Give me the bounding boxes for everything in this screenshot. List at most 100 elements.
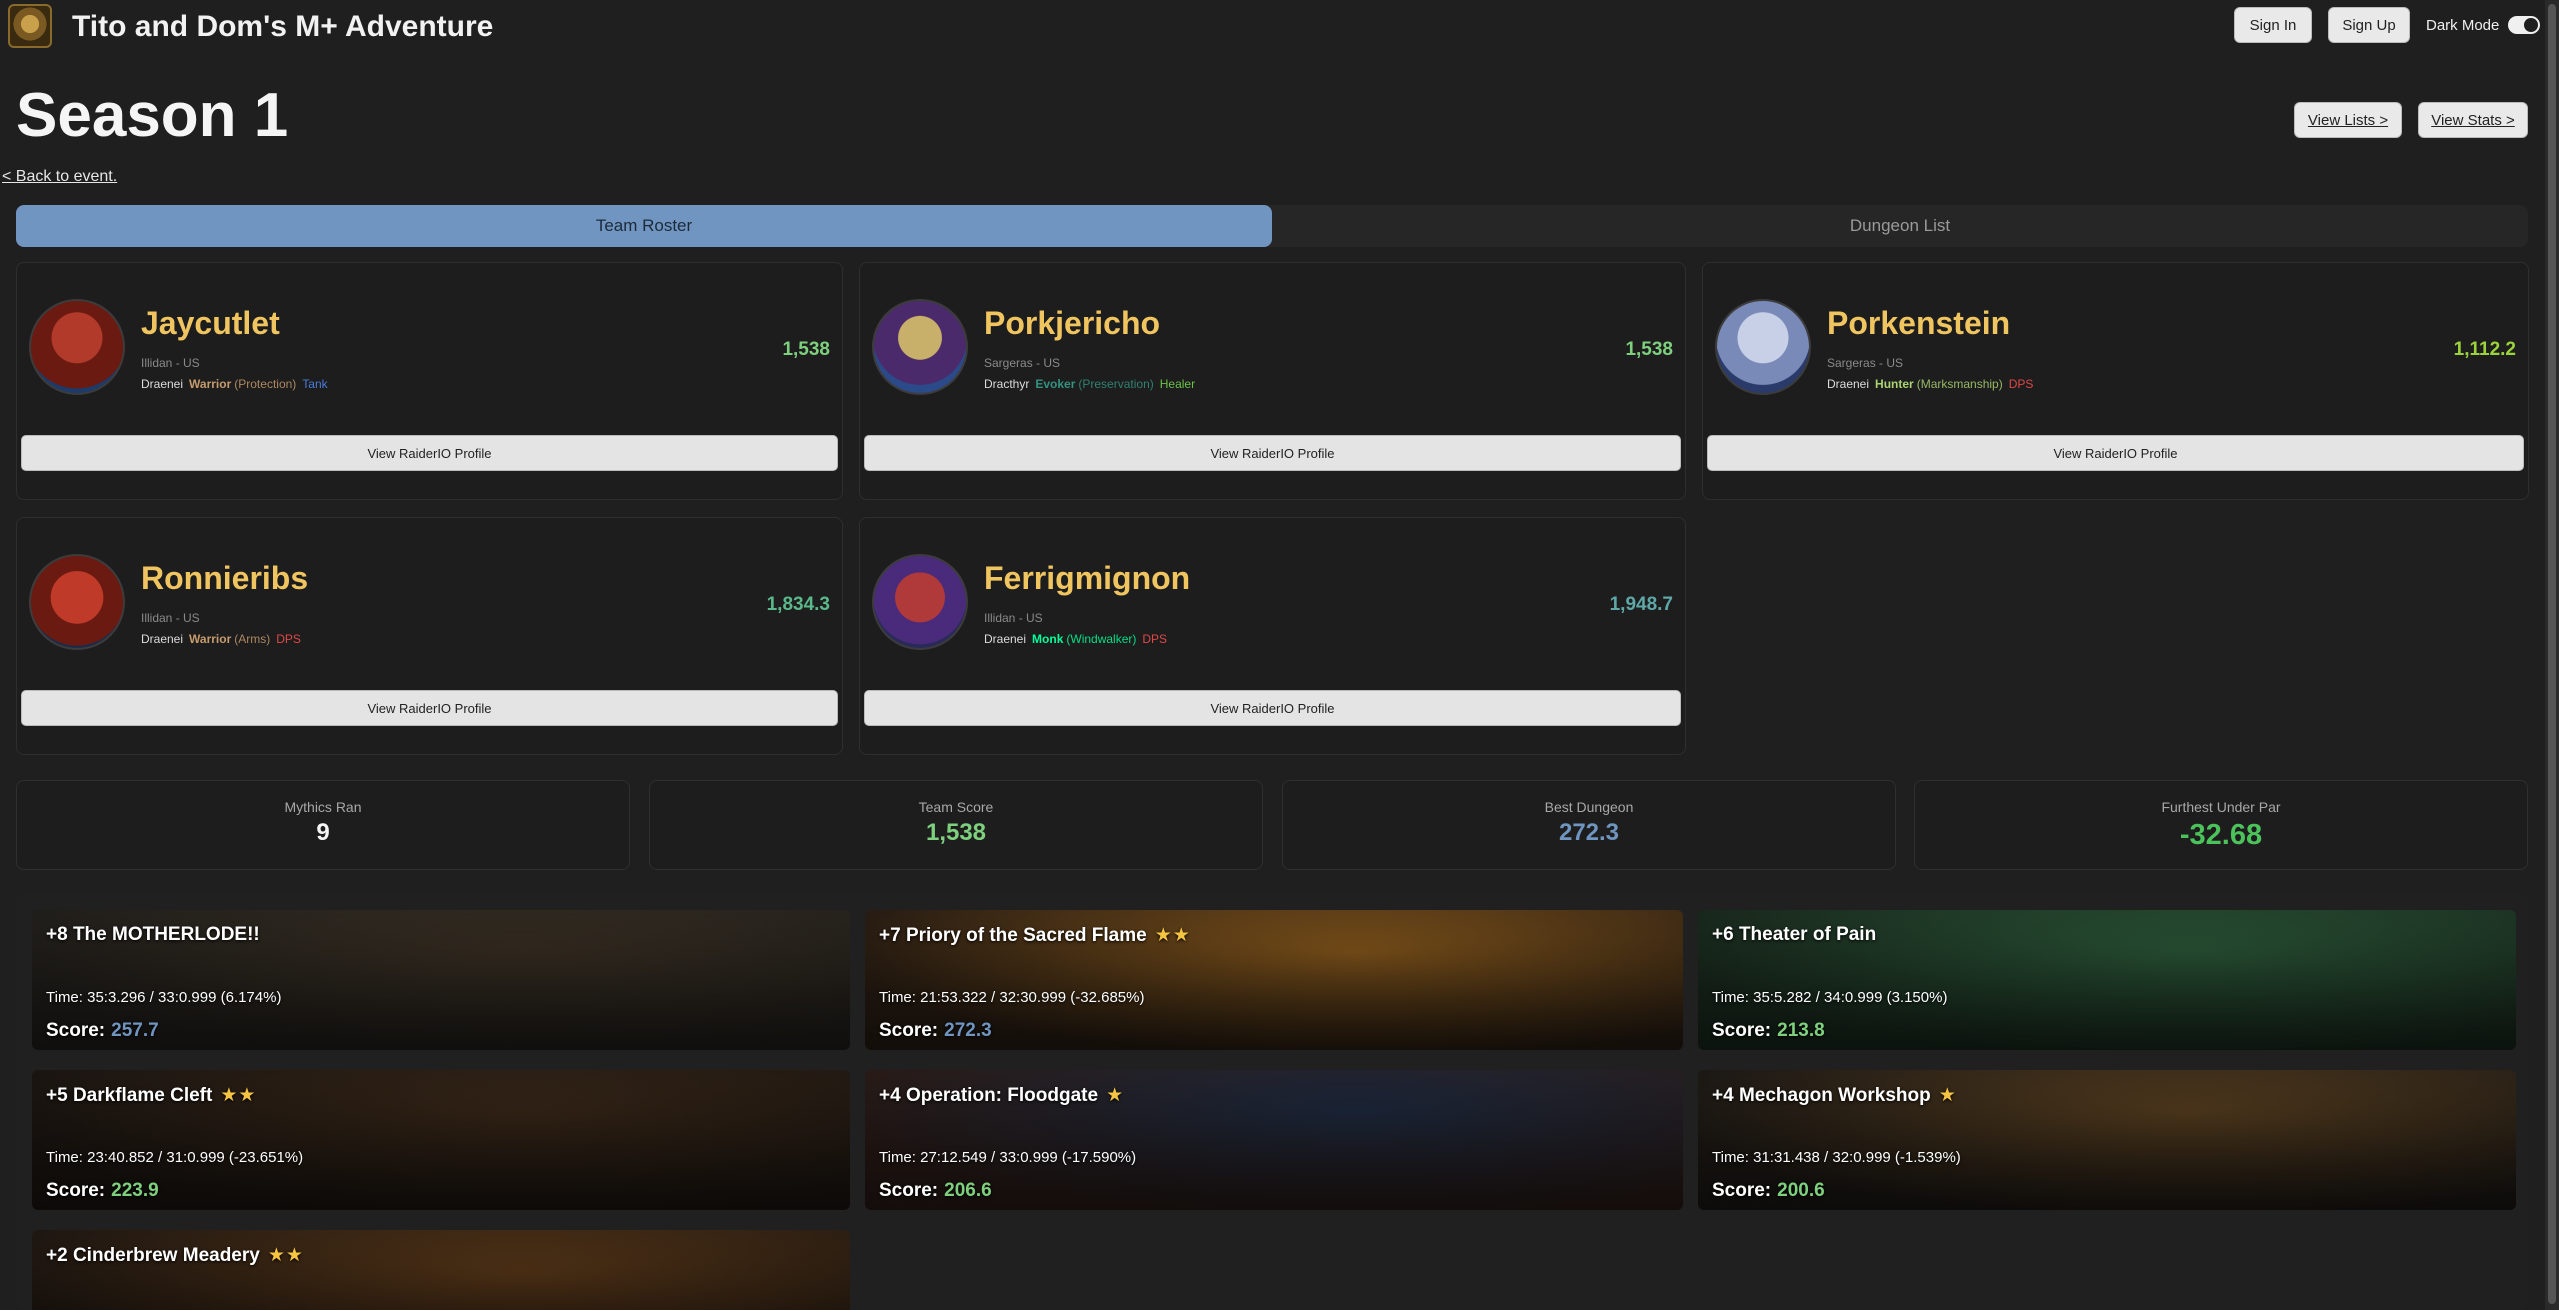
view-lists-button[interactable]: View Lists > (2294, 102, 2402, 138)
run-score-label: Score: (1712, 1020, 1772, 1041)
character-details: Dracthyr Evoker (Preservation) Healer (984, 377, 1201, 391)
app-title: Tito and Dom's M+ Adventure (72, 10, 494, 43)
run-time-label: Time: (1712, 989, 1749, 1006)
run-time-label: Time: (46, 989, 83, 1006)
toggle-knob (2524, 18, 2538, 32)
run-title: +6 Theater of Pain (1712, 924, 1876, 946)
run-time-label: Time: (879, 1149, 916, 1166)
view-raiderio-profile-button[interactable]: View RaiderIO Profile (1707, 435, 2524, 471)
view-raiderio-profile-button[interactable]: View RaiderIO Profile (21, 690, 838, 726)
character-name: Porkjericho (984, 305, 1161, 341)
run-title: +8 The MOTHERLODE!! (46, 924, 260, 946)
roster-card: Porkjericho Sargeras - US Dracthyr Evoker… (859, 262, 1686, 500)
dungeon-run-card[interactable]: +8 The MOTHERLODE!! Time: 35:3.296 / 33:0… (32, 910, 850, 1050)
stat-value: 1,538 (925, 819, 987, 846)
roster-card: Ronnieribs Illidan - US Draenei Warrior (A… (16, 517, 843, 755)
run-score-label: Score: (46, 1020, 106, 1041)
run-title: +4 Operation: Floodgate ★ (879, 1084, 1124, 1107)
run-dungeon-name: +8 The MOTHERLODE!! (46, 924, 260, 945)
view-raiderio-profile-button[interactable]: View RaiderIO Profile (21, 435, 838, 471)
stat-value: 9 (316, 819, 330, 846)
stat-card: Team Score 1,538 (649, 780, 1263, 870)
star-rating-icon: ★ (1938, 1085, 1957, 1106)
back-to-event-link[interactable]: < Back to event. (2, 168, 117, 186)
character-name: Jaycutlet (141, 305, 280, 341)
character-score: 1,948.7 (1609, 594, 1673, 615)
run-title: +2 Cinderbrew Meadery ★★ (46, 1244, 304, 1267)
run-score-label: Score: (879, 1180, 939, 1201)
stat-label: Mythics Ran (284, 799, 362, 815)
view-stats-button[interactable]: View Stats > (2418, 102, 2528, 138)
run-time-value: 21:53.322 / 32:30.999 (-32.685%) (920, 989, 1145, 1006)
tab-dungeon-list[interactable]: Dungeon List (1272, 205, 2528, 247)
dungeon-run-card[interactable]: +2 Cinderbrew Meadery ★★ (32, 1230, 850, 1310)
character-spec: (Arms) (234, 632, 271, 646)
page-title: Season 1 (16, 81, 289, 150)
run-time: Time: 35:5.282 / 34:0.999 (3.150%) (1712, 989, 1947, 1006)
character-race: Draenei (1827, 377, 1870, 391)
star-rating-icon: ★★ (1154, 925, 1191, 946)
dungeon-run-card[interactable]: +4 Operation: Floodgate ★ Time: 27:12.549 … (865, 1070, 1683, 1210)
character-score: 1,538 (1625, 339, 1673, 360)
stat-value: 272.3 (1558, 819, 1620, 846)
dark-mode-toggle[interactable] (2508, 16, 2540, 34)
view-raiderio-profile-button[interactable]: View RaiderIO Profile (864, 690, 1681, 726)
run-score: Score: 213.8 (1712, 1020, 1825, 1042)
stat-label: Furthest Under Par (2161, 799, 2281, 815)
character-name: Ferrigmignon (984, 560, 1191, 596)
sign-in-button[interactable]: Sign In (2234, 7, 2312, 43)
dungeon-run-card[interactable]: +7 Priory of the Sacred Flame ★★ Time: 21:… (865, 910, 1683, 1050)
dark-mode-label: Dark Mode (2426, 17, 2500, 34)
avatar (872, 554, 968, 650)
run-title: +5 Darkflame Cleft ★★ (46, 1084, 256, 1107)
character-score: 1,834.3 (766, 594, 830, 615)
character-class: Warrior (189, 377, 232, 391)
view-raiderio-profile-button[interactable]: View RaiderIO Profile (864, 435, 1681, 471)
character-race: Dracthyr (984, 377, 1030, 391)
character-spec: (Marksmanship) (1916, 377, 2003, 391)
run-time: Time: 23:40.852 / 31:0.999 (-23.651%) (46, 1149, 303, 1166)
dungeon-runs: +8 The MOTHERLODE!! Time: 35:3.296 / 33:0… (16, 894, 2528, 1310)
run-time-value: 31:31.438 / 32:0.999 (-1.539%) (1753, 1149, 1961, 1166)
character-name: Porkenstein (1827, 305, 2011, 341)
stat-card: Furthest Under Par -32.68 (1914, 780, 2528, 870)
dungeon-run-card[interactable]: +6 Theater of Pain Time: 35:5.282 / 34:0.… (1698, 910, 2516, 1050)
run-score-label: Score: (46, 1180, 106, 1201)
run-title: +4 Mechagon Workshop ★ (1712, 1084, 1957, 1107)
stat-label: Best Dungeon (1544, 799, 1634, 815)
run-time: Time: 35:3.296 / 33:0.999 (6.174%) (46, 989, 281, 1006)
character-realm: Illidan - US (984, 611, 1043, 625)
run-score-value: 200.6 (1777, 1180, 1825, 1201)
run-time: Time: 21:53.322 / 32:30.999 (-32.685%) (879, 989, 1144, 1006)
character-name: Ronnieribs (141, 560, 309, 596)
character-class: Monk (1032, 632, 1064, 646)
character-role: DPS (1142, 632, 1168, 646)
avatar (29, 554, 125, 650)
run-time-value: 35:5.282 / 34:0.999 (3.150%) (1753, 989, 1948, 1006)
run-score: Score: 200.6 (1712, 1180, 1825, 1202)
roster-card: Jaycutlet Illidan - US Draenei Warrior (Pr… (16, 262, 843, 500)
character-role: Healer (1159, 377, 1196, 391)
character-spec: (Protection) (234, 377, 297, 391)
run-time-value: 27:12.549 / 33:0.999 (-17.590%) (920, 1149, 1137, 1166)
dungeon-run-card[interactable]: +5 Darkflame Cleft ★★ Time: 23:40.852 / 31… (32, 1070, 850, 1210)
character-race: Draenei (984, 632, 1027, 646)
character-realm: Sargeras - US (1827, 356, 1904, 370)
run-time: Time: 27:12.549 / 33:0.999 (-17.590%) (879, 1149, 1136, 1166)
tab-team-roster[interactable]: Team Roster (16, 205, 1272, 247)
stat-label: Team Score (918, 799, 994, 815)
stat-value: -32.68 (2179, 819, 2263, 851)
character-realm: Illidan - US (141, 356, 200, 370)
run-time-label: Time: (879, 989, 916, 1006)
page-scrollbar[interactable] (2545, 0, 2559, 1310)
scrollbar-thumb[interactable] (2548, 4, 2556, 1304)
run-time-value: 23:40.852 / 31:0.999 (-23.651%) (87, 1149, 304, 1166)
app-logo[interactable] (8, 4, 52, 48)
character-class: Evoker (1035, 377, 1076, 391)
run-time-label: Time: (46, 1149, 83, 1166)
star-rating-icon: ★★ (267, 1245, 304, 1266)
run-score-value: 223.9 (111, 1180, 159, 1201)
sign-up-button[interactable]: Sign Up (2328, 7, 2410, 43)
dungeon-run-card[interactable]: +4 Mechagon Workshop ★ Time: 31:31.438 / 3… (1698, 1070, 2516, 1210)
avatar (29, 299, 125, 395)
